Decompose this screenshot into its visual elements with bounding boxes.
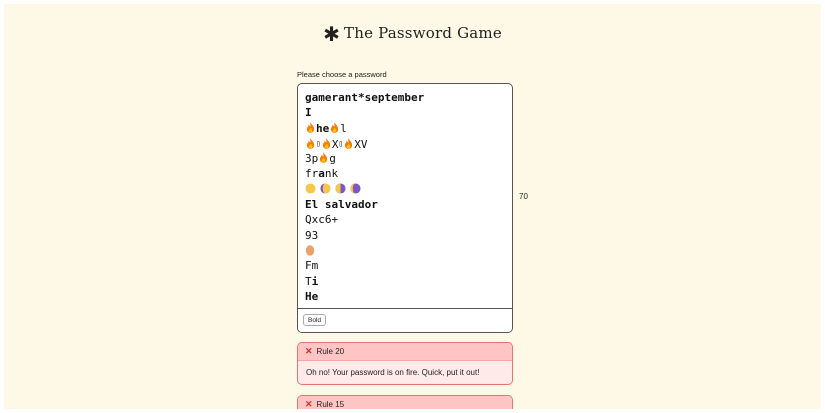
asterisk-icon: ✱ xyxy=(323,22,341,46)
fire-icon xyxy=(320,152,328,164)
password-segment: l xyxy=(340,121,347,135)
password-segment: i xyxy=(311,274,319,288)
password-segment: Fm xyxy=(305,259,319,273)
password-line: Ti xyxy=(305,274,505,289)
character-count: 70 xyxy=(519,192,528,201)
password-text[interactable]: gamerant*september I he l ▯ X▯ XV 3p g frank… xyxy=(305,90,505,304)
password-segment: 3p xyxy=(305,152,319,166)
password-line: gamerant*september xyxy=(305,90,505,105)
full-moon-icon xyxy=(305,183,316,194)
password-segment: 93 xyxy=(305,228,319,242)
bold-button[interactable]: Bold xyxy=(303,314,327,326)
password-segment: T xyxy=(305,274,312,288)
password-segment: I xyxy=(305,106,312,120)
password-line: I xyxy=(305,105,505,120)
last-quarter-moon-icon xyxy=(335,183,346,194)
rule-header: ✕ Rule 20 xyxy=(298,343,512,360)
fire-icon xyxy=(345,137,353,149)
password-line xyxy=(305,243,505,258)
rule-description: Oh no! Your password is on fire. Quick, … xyxy=(298,360,512,383)
rule-label: Rule 20 xyxy=(316,347,345,356)
password-line: he l xyxy=(305,121,505,136)
password-prompt-label: Please choose a password xyxy=(297,70,387,79)
password-segment: he xyxy=(316,121,330,135)
rule-card-error: ✕ Rule 15 xyxy=(297,395,513,409)
fire-icon xyxy=(306,121,315,133)
password-line: He xyxy=(305,289,505,304)
title-text: The Password Game xyxy=(344,24,502,42)
fire-icon xyxy=(322,137,330,149)
rule-header: ✕ Rule 15 xyxy=(298,396,512,409)
password-segment: X xyxy=(331,137,339,151)
fire-icon xyxy=(331,121,339,133)
password-line: frank xyxy=(305,166,505,181)
password-segment: gamerant*september xyxy=(305,91,425,104)
waning-crescent-moon-icon xyxy=(350,183,361,194)
fire-icon xyxy=(306,137,315,149)
egg-icon xyxy=(305,245,315,256)
password-segment: nk xyxy=(324,167,339,181)
password-segment: He xyxy=(305,289,319,303)
page-title: ✱ The Password Game xyxy=(4,22,821,46)
missing-glyph-icon: ▯ xyxy=(316,138,321,148)
password-line: 93 xyxy=(305,228,505,243)
rule-label: Rule 15 xyxy=(316,400,345,409)
password-input-box[interactable]: gamerant*september I he l ▯ X▯ XV 3p g frank… xyxy=(297,83,513,333)
password-segment: XV xyxy=(354,137,368,151)
missing-glyph-icon: ▯ xyxy=(338,138,344,148)
password-segment: El salvador xyxy=(305,198,378,212)
password-line xyxy=(305,182,505,197)
password-segment: fr xyxy=(305,167,319,181)
password-segment: a xyxy=(318,167,325,181)
password-line: El salvador xyxy=(305,197,505,212)
password-line: ▯ X▯ XV xyxy=(305,136,505,151)
password-segment: Qxc6+ xyxy=(305,213,339,227)
password-toolbar: Bold xyxy=(298,308,512,332)
waning-gibbous-moon-icon xyxy=(320,183,331,194)
page: ✱ The Password Game Please choose a passw… xyxy=(4,4,821,409)
rule-card-error: ✕ Rule 20 Oh no! Your password is on fire… xyxy=(297,342,513,385)
password-line: Qxc6+ xyxy=(305,212,505,227)
error-x-icon: ✕ xyxy=(305,346,313,356)
password-line: Fm xyxy=(305,258,505,273)
password-segment: g xyxy=(329,152,336,166)
error-x-icon: ✕ xyxy=(305,399,313,409)
password-line: 3p g xyxy=(305,151,505,166)
